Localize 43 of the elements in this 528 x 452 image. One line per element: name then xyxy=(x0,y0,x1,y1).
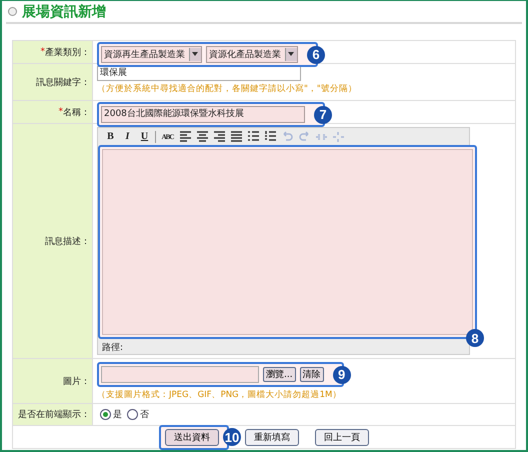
field-label: 產業類別： xyxy=(45,46,90,58)
form-button[interactable]: 回上一頁 xyxy=(315,428,369,446)
page-title: 展場資訊新增 xyxy=(22,2,106,20)
numbered-list-icon[interactable] xyxy=(264,130,277,142)
required-mark: * xyxy=(40,47,45,57)
bullet-icon xyxy=(8,7,17,16)
italic-button[interactable]: I xyxy=(121,131,134,142)
field-label: 圖片： xyxy=(63,376,90,388)
bullet-list-icon[interactable] xyxy=(247,130,260,142)
callout-badge: 6 xyxy=(307,46,325,64)
field-label: 訊息描述： xyxy=(45,236,90,248)
radio-button[interactable] xyxy=(100,409,111,420)
browse-button[interactable]: 瀏覽... xyxy=(263,367,296,382)
underline-button[interactable]: U xyxy=(138,131,151,142)
dropdown[interactable]: 資源再生產品製造業 xyxy=(101,46,202,63)
align-right-icon[interactable] xyxy=(213,130,226,142)
field-label: 是否在前端顯示： xyxy=(18,408,90,421)
radio-button[interactable] xyxy=(127,409,138,420)
caret-icon xyxy=(189,48,201,61)
form-button[interactable]: 送出資料 xyxy=(165,428,219,446)
name-field[interactable]: 2008台北國際能源環保暨水科技展 xyxy=(101,106,305,123)
clear-button[interactable]: 清除 xyxy=(300,367,324,382)
bold-button[interactable]: B xyxy=(104,131,117,142)
path-label: 路徑: xyxy=(101,342,124,354)
form-button[interactable]: 重新填寫 xyxy=(245,428,299,446)
required-mark: * xyxy=(58,107,63,117)
align-left-icon[interactable] xyxy=(179,130,192,142)
align-center-icon[interactable] xyxy=(196,130,209,142)
hint-text: （方便於系統中尋找適合的配對，各關鍵字請以小寫"，"號分隔） xyxy=(97,83,357,95)
callout-badge: 7 xyxy=(314,106,332,124)
callout-badge: 9 xyxy=(332,366,351,384)
caret-icon xyxy=(285,48,297,61)
radio-label: 是 xyxy=(113,408,122,421)
file-field[interactable] xyxy=(101,366,259,383)
callout-badge: 8 xyxy=(466,329,484,347)
radio-label: 否 xyxy=(140,409,149,421)
justify-icon[interactable] xyxy=(230,130,243,142)
field-label: 訊息關鍵字： xyxy=(36,76,90,88)
dropdown[interactable]: 資源化產品製造業 xyxy=(206,46,298,63)
hint-text: （支援圖片格式：JPEG、GIF、PNG，圖檔大小請勿超過1M） xyxy=(97,389,342,401)
field-label: 名稱： xyxy=(63,106,90,118)
keyword-field[interactable]: 環保展 xyxy=(97,66,301,81)
callout-badge: 10 xyxy=(223,428,241,446)
